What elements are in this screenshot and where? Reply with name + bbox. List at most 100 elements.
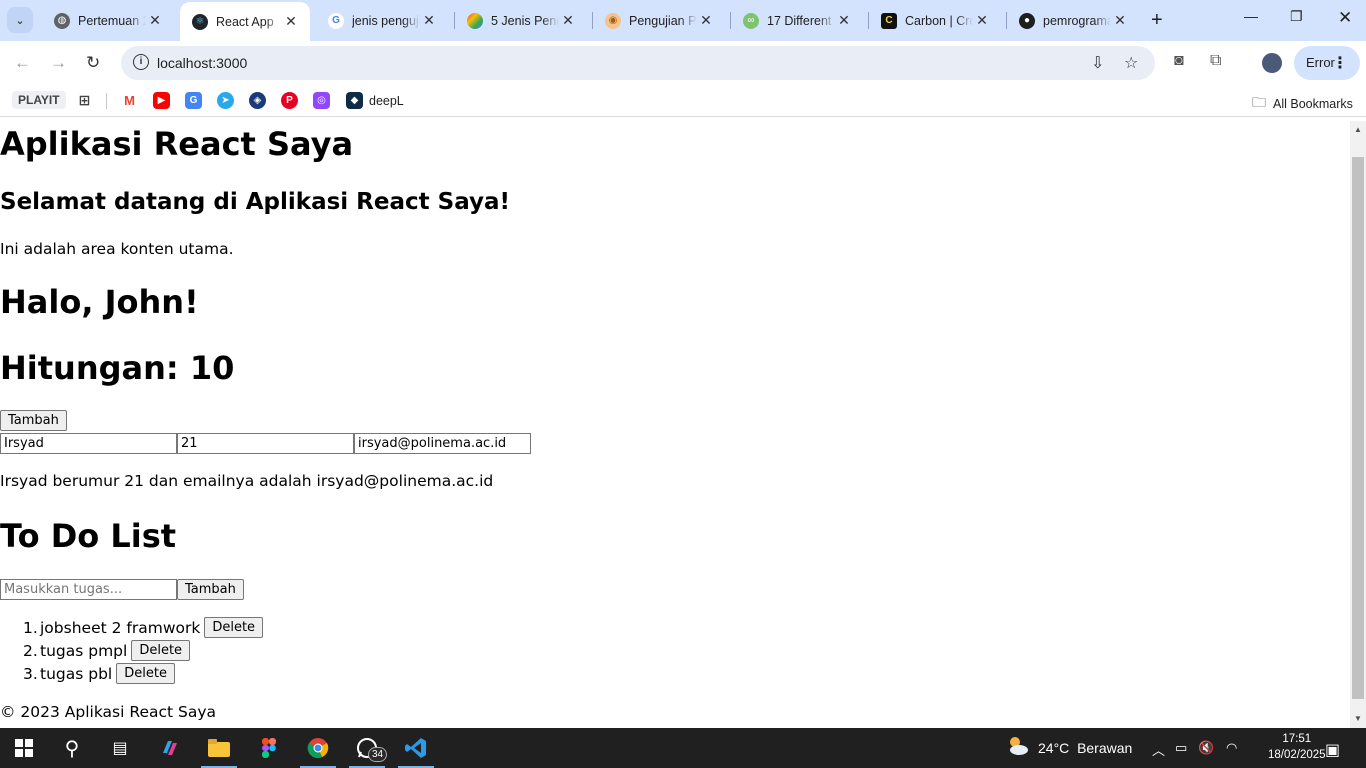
forward-button[interactable]: → (50, 53, 67, 73)
page-scrollbar[interactable]: ▲ ▼ (1350, 121, 1366, 728)
item-number: 3. (23, 664, 38, 683)
tab-search-button[interactable]: ⌄ (7, 7, 33, 33)
tab-title: Pertemuan 2 (78, 13, 146, 28)
close-icon[interactable]: ✕ (835, 12, 853, 29)
tab-title: Pengujian Pe (629, 13, 697, 28)
weather-widget[interactable]: 24°C Berawan (1038, 740, 1132, 756)
summary-text: Irsyad berumur 21 dan emailnya adalah ir… (0, 472, 494, 490)
scrollbar-thumb[interactable] (1352, 157, 1364, 699)
close-window-button[interactable]: ✕ (1338, 8, 1352, 28)
tab-strip: ⌄ ◍ Pertemuan 2 ✕ ⚛ React App ✕ G jenis … (0, 0, 1366, 41)
clock-date: 18/02/2025 (1268, 749, 1326, 761)
url-text[interactable]: localhost:3000 (157, 55, 247, 71)
extensions-icon[interactable]: ⧉ (1210, 52, 1221, 70)
vscode-icon[interactable] (398, 736, 434, 768)
delete-button[interactable]: Delete (131, 640, 191, 661)
tab-title: 17 Different (767, 13, 832, 28)
close-icon[interactable]: ✕ (1111, 12, 1129, 29)
menu-icon[interactable]: ⋮ (1332, 53, 1348, 73)
back-button[interactable]: ← (14, 53, 31, 73)
tab-jenis-pengujian[interactable]: G jenis penguji ✕ (316, 0, 448, 41)
github-icon: ● (1019, 12, 1035, 29)
clock-time: 17:51 (1282, 733, 1312, 745)
tab-17-different[interactable]: ∞ 17 Different ✕ (731, 0, 863, 41)
tab-carbon[interactable]: C Carbon | Cre ✕ (869, 0, 1001, 41)
apps-grid-icon[interactable]: ⊞ (76, 92, 93, 109)
reload-button[interactable]: ↻ (86, 53, 100, 73)
close-icon[interactable]: ✕ (146, 12, 164, 29)
age-input[interactable]: 21 (177, 433, 354, 454)
avatar[interactable] (1262, 53, 1282, 73)
search-icon[interactable]: ⚲ (60, 736, 84, 760)
tab-react-app[interactable]: ⚛ React App ✕ (180, 2, 310, 41)
list-item: 1. jobsheet 2 framwork Delete (23, 617, 264, 638)
bookmark-deepl-label: deepL (369, 93, 404, 108)
file-explorer-icon[interactable] (201, 736, 237, 768)
item-number: 2. (23, 641, 38, 660)
name-input[interactable]: Irsyad (0, 433, 177, 454)
close-icon[interactable]: ✕ (697, 12, 715, 29)
google-translate-icon[interactable]: G (185, 92, 202, 109)
profile-error-button[interactable]: Error ⋮ (1294, 46, 1360, 80)
tab-pengujian-pe[interactable]: ◉ Pengujian Pe ✕ (593, 0, 725, 41)
email-input[interactable]: irsyad@polinema.ac.id (354, 433, 531, 454)
globe-icon: ◍ (54, 12, 70, 29)
close-icon[interactable]: ✕ (973, 12, 991, 29)
item-text: jobsheet 2 framwork (40, 618, 201, 637)
minimize-button[interactable]: — (1244, 8, 1258, 24)
task-view-icon[interactable]: ▤ (108, 736, 132, 760)
bookmark-deepl[interactable]: ◆ deepL (346, 92, 404, 109)
restore-button[interactable]: ❐ (1290, 8, 1303, 25)
address-bar[interactable]: i localhost:3000 ⇩ ☆ (121, 46, 1155, 80)
chrome-icon[interactable] (300, 736, 336, 768)
close-icon[interactable]: ✕ (420, 12, 438, 29)
youtube-icon[interactable]: ▶ (153, 92, 170, 109)
system-clock[interactable]: 17:51 18/02/2025 (1268, 731, 1326, 763)
weather-temp: 24°C (1038, 740, 1070, 756)
tab-5-jenis[interactable]: 5 Jenis Peng ✕ (455, 0, 587, 41)
weather-cloud-icon[interactable] (1006, 734, 1030, 758)
greeting-heading: Halo, John! (0, 283, 199, 321)
carbon-icon: C (881, 12, 897, 29)
tab-pemrograman[interactable]: ● pemrograma ✕ (1007, 0, 1139, 41)
delete-button[interactable]: Delete (204, 617, 264, 638)
close-icon[interactable]: ✕ (282, 13, 300, 30)
profile-error-label: Error (1306, 55, 1335, 70)
figma-icon[interactable] (257, 736, 281, 760)
gmail-icon[interactable]: M (121, 92, 138, 109)
pinterest-icon[interactable]: P (281, 92, 298, 109)
task-input[interactable]: Masukkan tugas... (0, 579, 177, 600)
install-app-icon[interactable]: ⇩ (1091, 53, 1104, 73)
deepl-icon: ◆ (346, 92, 363, 109)
university-logo-icon[interactable]: ◈ (249, 92, 266, 109)
item-number: 1. (23, 618, 38, 637)
site-info-icon[interactable]: i (133, 54, 149, 70)
copilot-icon[interactable] (158, 736, 182, 760)
delete-button[interactable]: Delete (116, 663, 175, 684)
tab-pertemuan[interactable]: ◍ Pertemuan 2 ✕ (42, 0, 174, 41)
new-tab-button[interactable]: + (1151, 9, 1163, 32)
telegram-icon[interactable]: ➤ (217, 92, 234, 109)
link-icon: ∞ (743, 12, 759, 29)
increment-button[interactable]: Tambah (0, 410, 67, 431)
notification-icon[interactable]: ▣ (1325, 740, 1340, 760)
all-bookmarks[interactable]: 🗀 All Bookmarks (1252, 92, 1353, 116)
scroll-down-icon[interactable]: ▼ (1354, 714, 1362, 723)
battery-icon[interactable]: ▭ (1175, 740, 1187, 756)
windows-start-icon[interactable] (12, 736, 36, 760)
whatsapp-icon[interactable]: 34 (349, 736, 388, 768)
volume-mute-icon[interactable]: 🔇 (1198, 740, 1214, 756)
discord-icon[interactable]: ◎ (313, 92, 330, 109)
add-task-button[interactable]: Tambah (177, 579, 244, 600)
camera-icon[interactable]: ◙ (1174, 52, 1184, 70)
close-icon[interactable]: ✕ (559, 12, 577, 29)
bookmark-star-icon[interactable]: ☆ (1124, 53, 1138, 73)
bookmark-playit[interactable]: PLAYIT (12, 91, 66, 109)
chevron-up-icon[interactable]: ︿ (1152, 740, 1165, 759)
react-icon: ⚛ (192, 13, 208, 30)
wifi-icon[interactable]: ◠ (1226, 740, 1237, 756)
app-title: Aplikasi React Saya (0, 125, 354, 163)
bookmarks-bar: PLAYIT ⊞ M ▶ G ➤ ◈ P ◎ ◆ deepL 🗀 All Boo… (0, 85, 1366, 117)
scroll-up-icon[interactable]: ▲ (1354, 125, 1362, 134)
tab-title: React App (216, 14, 274, 29)
